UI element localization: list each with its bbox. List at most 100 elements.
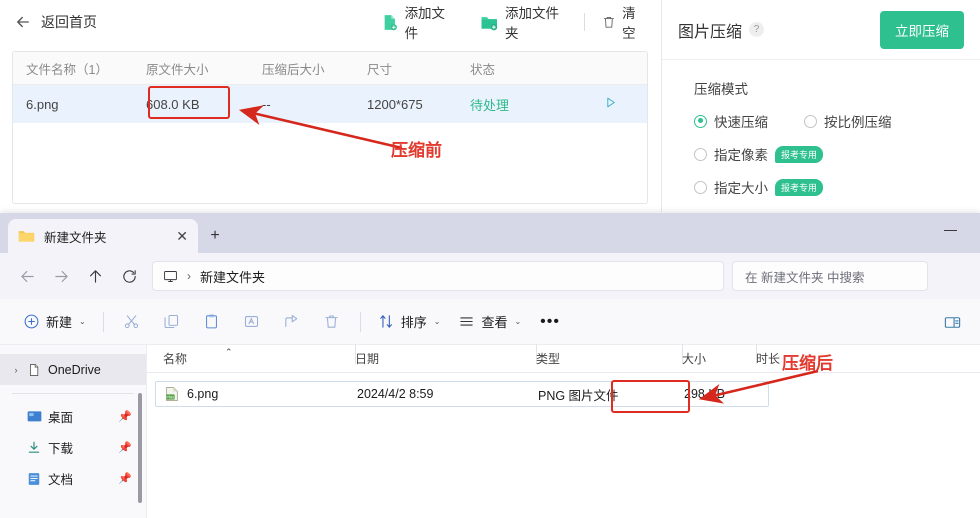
radio-specify-size[interactable]: 指定大小: [694, 177, 768, 197]
row-play-button[interactable]: [590, 96, 630, 112]
add-file-button[interactable]: 添加文件: [368, 2, 467, 42]
add-folder-button[interactable]: 添加文件夹: [467, 2, 580, 42]
toolbar-divider: [584, 13, 586, 31]
compressor-file-table: 文件名称（1） 原文件大小 压缩后大小 尺寸 状态 6.png 608.0 KB…: [12, 51, 648, 204]
sort-button[interactable]: 排序 ⌄: [369, 306, 450, 337]
rename-button[interactable]: [232, 306, 272, 338]
more-options-button[interactable]: •••: [530, 309, 570, 335]
col-filename: 文件名称（1）: [26, 62, 108, 77]
explorer-sidebar: › OneDrive 桌面 📌 下载 📌 文档 📌: [0, 345, 146, 518]
add-file-label: 添加文件: [404, 6, 446, 41]
radio-indicator: [694, 180, 707, 194]
radio-ratio-compress[interactable]: 按比例压缩: [804, 111, 892, 131]
new-item-button[interactable]: 新建 ⌄: [14, 306, 95, 337]
pin-icon[interactable]: 📌: [118, 472, 132, 485]
cut-button[interactable]: [112, 306, 152, 338]
col-type[interactable]: 类型: [536, 344, 683, 367]
copy-button[interactable]: [152, 306, 192, 338]
sort-label: 排序: [400, 315, 427, 330]
this-pc-icon: [164, 270, 177, 282]
radio-indicator: [694, 147, 707, 161]
refresh-button[interactable]: [112, 261, 146, 291]
explorer-tab[interactable]: 新建文件夹 ✕: [8, 219, 198, 253]
sidebar-item-documents[interactable]: 文档 📌: [0, 463, 146, 494]
new-tab-button[interactable]: +: [198, 219, 232, 253]
badge-exam-only: 报考专用: [775, 145, 824, 163]
panel-header: 图片压缩 ? 立即压缩: [662, 0, 980, 60]
downloads-icon: [24, 440, 44, 456]
col-date[interactable]: 日期: [355, 344, 537, 367]
share-button[interactable]: [272, 306, 312, 338]
cell-compressed-size: --: [262, 96, 271, 112]
delete-icon: [325, 315, 338, 328]
paste-button[interactable]: [192, 306, 232, 338]
compress-now-button[interactable]: 立即压缩: [880, 10, 964, 49]
list-item[interactable]: PNG 6.png 2024/4/2 8:59 PNG 图片文件 298 KB: [155, 381, 769, 407]
radio-fast-compress[interactable]: 快速压缩: [694, 111, 768, 131]
refresh-icon: [122, 269, 136, 283]
cell-date: 2024/4/2 8:59: [357, 387, 434, 401]
sidebar-item-downloads[interactable]: 下载 📌: [0, 432, 146, 463]
arrow-right-icon: [54, 270, 68, 282]
pin-icon[interactable]: 📌: [118, 410, 132, 423]
col-dimensions: 尺寸: [367, 62, 393, 77]
delete-button[interactable]: [312, 306, 352, 338]
cut-icon: [125, 315, 139, 329]
back-to-home-button[interactable]: 返回首页: [14, 12, 97, 32]
command-divider: [102, 311, 104, 332]
sidebar-label-onedrive: OneDrive: [48, 362, 101, 377]
sidebar-label-documents: 文档: [48, 473, 74, 487]
sidebar-item-onedrive[interactable]: › OneDrive: [0, 354, 146, 385]
documents-icon: [24, 471, 44, 487]
explorer-file-list: 名称 ⌃ 日期 类型 大小 时长 PNG 6.png 2024/4/2 8:59…: [146, 344, 980, 518]
table-row[interactable]: 6.png 608.0 KB -- 1200*675 待处理: [13, 85, 647, 123]
pin-icon[interactable]: 📌: [118, 441, 132, 454]
details-pane-icon: [944, 316, 960, 328]
sidebar-label-desktop: 桌面: [48, 411, 74, 425]
cell-name: 6.png: [187, 387, 219, 401]
help-icon[interactable]: ?: [749, 22, 765, 37]
view-label: 查看: [481, 315, 508, 330]
panel-body: 压缩模式 快速压缩 按比例压缩 指定像素 报考专用 指定大小 报考专用: [662, 60, 980, 197]
sort-icon: [380, 315, 392, 328]
radio-label-pixels: 指定像素: [714, 148, 768, 163]
trash-icon: [604, 16, 615, 28]
search-placeholder: 在 新建文件夹 中搜索: [745, 270, 865, 285]
view-icon: [460, 317, 474, 326]
explorer-tab-title: 新建文件夹: [44, 230, 107, 245]
sidebar-item-desktop[interactable]: 桌面 📌: [0, 401, 146, 432]
mode-row-1: 快速压缩 按比例压缩: [694, 111, 980, 131]
arrow-left-icon: [20, 270, 34, 282]
col-name[interactable]: 名称 ⌃: [163, 344, 356, 367]
compressor-main-area: 返回首页 添加文件 添加文件夹 清空 文件名称（1） 原文件大小 压缩后大小 尺…: [0, 0, 660, 212]
cell-type: PNG 图片文件: [538, 388, 619, 403]
chevron-down-icon: ⌄: [514, 317, 522, 326]
cell-filename: 6.png: [26, 96, 59, 112]
page-title: 图片压缩: [678, 23, 743, 41]
status-badge: 待处理: [470, 97, 510, 113]
file-list-header: 名称 ⌃ 日期 类型 大小 时长: [147, 344, 980, 373]
clear-all-button[interactable]: 清空: [589, 2, 660, 42]
chevron-right-icon[interactable]: ›: [8, 365, 24, 375]
search-input[interactable]: 在 新建文件夹 中搜索: [732, 261, 928, 291]
sidebar-scrollbar[interactable]: [138, 393, 142, 503]
arrow-up-icon: [89, 269, 101, 283]
col-duration[interactable]: 时长: [756, 350, 846, 367]
view-button[interactable]: 查看 ⌄: [449, 306, 530, 337]
details-pane-button[interactable]: [938, 308, 966, 336]
radio-specify-pixels[interactable]: 指定像素: [694, 144, 768, 164]
address-bar[interactable]: › 新建文件夹: [152, 261, 724, 291]
col-name-label: 名称: [163, 352, 188, 366]
explorer-title-bar: 新建文件夹 ✕ + —: [0, 213, 980, 253]
file-explorer-window: 新建文件夹 ✕ + — › 新建文件夹 在 新建文件夹 中搜索 新建 ⌄ 排序 …: [0, 213, 980, 518]
explorer-content: › OneDrive 桌面 📌 下载 📌 文档 📌 名称 ⌃ 日期 类型 大小 …: [0, 344, 980, 518]
col-size[interactable]: 大小: [682, 344, 757, 367]
up-button[interactable]: [78, 261, 112, 291]
mode-row-2: 指定像素 报考专用: [694, 144, 980, 164]
minimize-button[interactable]: —: [944, 223, 958, 240]
play-icon: [606, 97, 615, 108]
close-icon[interactable]: ✕: [176, 229, 188, 243]
radio-label-ratio: 按比例压缩: [824, 115, 892, 130]
back-button[interactable]: [10, 261, 44, 291]
forward-button[interactable]: [44, 261, 78, 291]
